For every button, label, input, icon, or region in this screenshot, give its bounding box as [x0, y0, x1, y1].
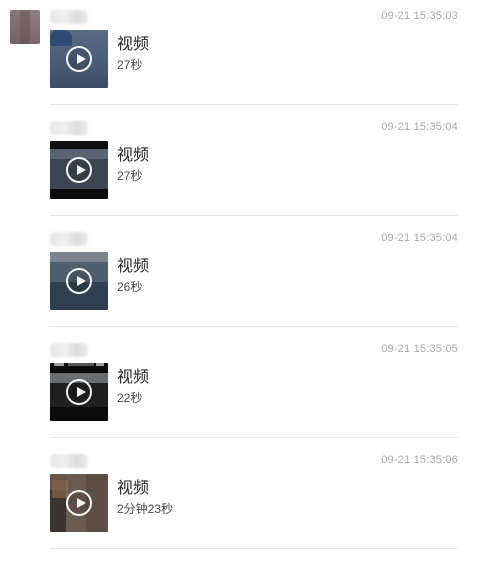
video-duration: 27秒: [117, 58, 143, 72]
divider: [50, 104, 458, 105]
timestamp: 09-21 15:35:04: [381, 121, 458, 133]
avatar[interactable]: [10, 10, 40, 44]
message-item: 09-21 15:35:03 视频 27秒: [48, 8, 458, 119]
timestamp: 09-21 15:35:04: [381, 232, 458, 244]
video-thumbnail[interactable]: [50, 474, 108, 532]
play-circle-icon[interactable]: [66, 268, 92, 294]
video-title: 视频: [117, 480, 150, 497]
divider: [50, 437, 458, 438]
message-item: 09-21 15:35:06 视频 2分钟23秒: [48, 452, 458, 563]
play-circle-icon[interactable]: [66, 46, 92, 72]
timestamp: 09-21 15:35:06: [381, 454, 458, 466]
video-thumbnail[interactable]: [50, 141, 108, 199]
video-thumbnail[interactable]: [50, 30, 108, 88]
video-title: 视频: [117, 369, 150, 386]
message-item: 09-21 15:35:04 视频 27秒: [48, 119, 458, 230]
video-title: 视频: [117, 147, 150, 164]
play-circle-icon[interactable]: [66, 490, 92, 516]
video-duration: 26秒: [117, 280, 143, 294]
video-duration: 2分钟23秒: [117, 502, 174, 516]
play-circle-icon[interactable]: [66, 157, 92, 183]
timestamp: 09-21 15:35:03: [381, 10, 458, 22]
message-item: 09-21 15:35:05 视频 22秒: [48, 341, 458, 452]
video-duration: 22秒: [117, 391, 143, 405]
video-title: 视频: [117, 258, 150, 275]
sender-name-blurred: [50, 343, 88, 357]
sender-name-blurred: [50, 232, 88, 246]
sender-name-blurred: [50, 454, 88, 468]
video-thumbnail[interactable]: [50, 252, 108, 310]
play-circle-icon[interactable]: [66, 379, 92, 405]
video-thumbnail[interactable]: [50, 363, 108, 421]
video-title: 视频: [117, 36, 150, 53]
divider: [50, 215, 458, 216]
message-item: 09-21 15:35:04 视频 26秒: [48, 230, 458, 341]
sender-name-blurred: [50, 10, 88, 24]
timestamp: 09-21 15:35:05: [381, 343, 458, 355]
divider: [50, 548, 458, 549]
video-duration: 27秒: [117, 169, 143, 183]
sender-name-blurred: [50, 121, 88, 135]
divider: [50, 326, 458, 327]
